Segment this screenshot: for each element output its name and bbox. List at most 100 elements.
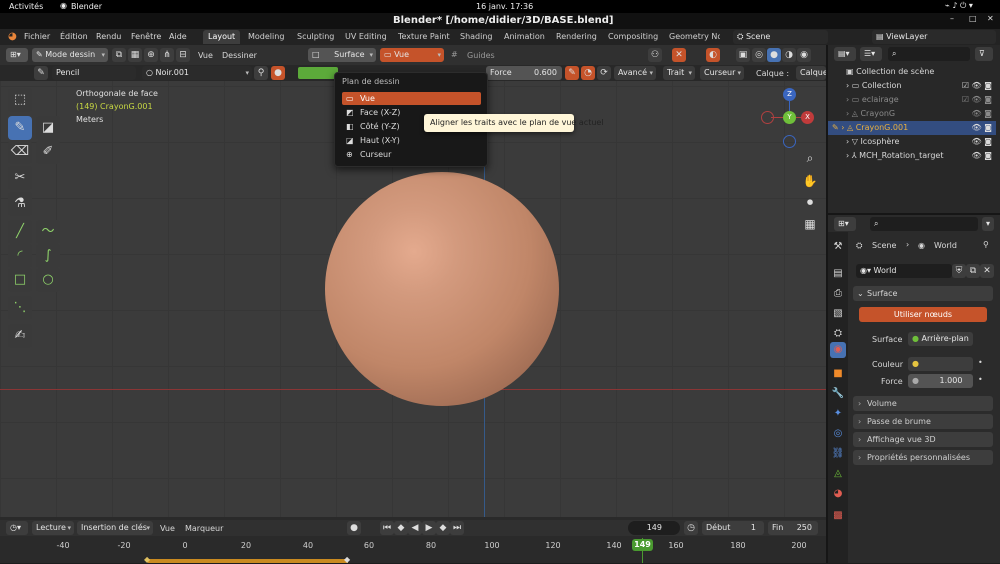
outliner-row-icosphere[interactable]: › ▽ Icosphère 👁 ◙ bbox=[828, 135, 996, 149]
menu-window[interactable]: Fenêtre bbox=[131, 32, 161, 41]
tab-layout[interactable]: Layout bbox=[203, 30, 241, 44]
visibility-icon[interactable]: 👁 ◙ bbox=[972, 107, 992, 121]
shading-solid-icon[interactable]: ● bbox=[767, 48, 781, 62]
color-field[interactable]: ● bbox=[908, 357, 973, 371]
editor-type-button[interactable]: ⊞▾ bbox=[6, 48, 28, 62]
use-nodes-button[interactable]: Utiliser nœuds bbox=[859, 307, 987, 322]
curve-icon-b[interactable]: ⟳ bbox=[597, 66, 611, 80]
gizmo-neg-z[interactable] bbox=[783, 135, 796, 148]
cursor-dropdown[interactable]: Curseur bbox=[700, 66, 744, 80]
properties-options[interactable]: ▾ bbox=[982, 217, 994, 231]
material-dropdown[interactable]: ○ Noir.001 bbox=[142, 66, 252, 80]
circle-tool-icon[interactable]: ○ bbox=[36, 268, 60, 292]
color-decorator[interactable]: • bbox=[978, 358, 983, 367]
gizmo-z-axis[interactable]: Z bbox=[783, 88, 796, 101]
overlays-icon[interactable]: ◐ bbox=[706, 48, 720, 62]
visibility-icon[interactable]: 👁 ◙ bbox=[972, 149, 992, 163]
fill-tool-icon[interactable]: ◪ bbox=[36, 116, 60, 140]
properties-search-input[interactable]: ⌕ bbox=[870, 217, 978, 231]
blender-logo-icon[interactable]: ◕ bbox=[8, 31, 17, 42]
draw-tool-icon[interactable]: ✎ bbox=[8, 116, 32, 140]
outliner-row-crayong[interactable]: › ◬ CrayonG 👁 ◙ bbox=[828, 107, 996, 121]
draw-menu[interactable]: Dessiner bbox=[222, 51, 257, 60]
current-frame-field[interactable]: 149 bbox=[628, 521, 680, 535]
view-menu[interactable]: Vue bbox=[198, 51, 213, 60]
fake-user-icon[interactable]: ⛨ bbox=[952, 264, 966, 278]
timeline-marker-menu[interactable]: Marqueur bbox=[185, 524, 223, 533]
menu-render[interactable]: Rendu bbox=[96, 32, 121, 41]
minimize-icon[interactable]: – bbox=[950, 14, 954, 23]
surface-shader-field[interactable]: ● Arrière-plan bbox=[908, 332, 973, 346]
render-tab-icon[interactable]: ▤ bbox=[830, 266, 846, 282]
overlay-gizmo-icon[interactable]: ⚇ bbox=[648, 48, 662, 62]
world-tab-icon[interactable]: ◉ bbox=[830, 342, 846, 358]
outliner-row-mch[interactable]: › ⅄ MCH_Rotation_target 👁 ◙ bbox=[828, 149, 996, 163]
gizmo-x-axis[interactable]: X bbox=[801, 111, 814, 124]
gizmo-neg-x[interactable] bbox=[761, 111, 774, 124]
jump-start-icon[interactable]: ⏮ bbox=[380, 521, 394, 535]
unlink-icon[interactable]: ✕ bbox=[980, 264, 994, 278]
brush-icon[interactable]: ✎ bbox=[34, 66, 48, 80]
next-keyframe-icon[interactable]: ◆ bbox=[436, 521, 450, 535]
start-frame-field[interactable]: Début 1 bbox=[702, 521, 764, 535]
eyedropper-tool-icon[interactable]: ⚗ bbox=[8, 192, 32, 216]
tab-modeling[interactable]: Modeling bbox=[243, 30, 289, 44]
xray-icon[interactable]: ▣ bbox=[736, 48, 750, 62]
physics-tab-icon[interactable]: ◎ bbox=[830, 426, 846, 442]
visibility-icon[interactable]: 👁 ◙ bbox=[972, 121, 992, 135]
system-tray-icons[interactable]: ⌁ ♪ ⏻ ▾ bbox=[945, 1, 973, 11]
camera-icon[interactable]: ⏺ bbox=[800, 192, 820, 212]
header-icon-c[interactable]: ⊕ bbox=[144, 48, 158, 62]
erase-tool-icon[interactable]: ⌫ bbox=[8, 140, 32, 164]
outliner-filter-icon[interactable]: ⊽ bbox=[975, 47, 993, 61]
interpolate-tool-icon[interactable]: ⋱ bbox=[8, 296, 32, 320]
strength-field[interactable]: Force 0.600 bbox=[486, 66, 562, 80]
viewlayer-tab-icon[interactable]: ▧ bbox=[830, 306, 846, 322]
world-selector[interactable]: ◉▾ World bbox=[856, 264, 952, 278]
object-tab-icon[interactable]: ■ bbox=[830, 366, 846, 382]
polyline-tool-icon[interactable]: 〜 bbox=[36, 220, 60, 244]
keying-dropdown[interactable]: Insertion de clés bbox=[77, 521, 153, 535]
clock[interactable]: 16 janv. 17:36 bbox=[476, 2, 533, 11]
zoom-icon[interactable]: ⌕ bbox=[800, 148, 820, 168]
tab-compositing[interactable]: Compositing bbox=[603, 30, 663, 44]
outliner-row-crayong001[interactable]: ✎ › ◬ CrayonG.001 👁 ◙ bbox=[828, 121, 996, 135]
curve-icon-a[interactable]: ◔ bbox=[581, 66, 595, 80]
maximize-icon[interactable]: □ bbox=[969, 14, 977, 23]
timeline-view-menu[interactable]: Vue bbox=[160, 524, 175, 533]
pin-icon[interactable]: ⚲ bbox=[983, 240, 989, 249]
menu-file[interactable]: Fichier bbox=[24, 32, 50, 41]
effects-tab-icon[interactable]: ✦ bbox=[830, 406, 846, 422]
shading-material-icon[interactable]: ◑ bbox=[782, 48, 796, 62]
mode-dropdown[interactable]: ✎ Mode dessin bbox=[32, 48, 108, 62]
tab-geometry-nodes[interactable]: Geometry No bbox=[664, 30, 720, 44]
menu-help[interactable]: Aide bbox=[169, 32, 187, 41]
pan-hand-icon[interactable]: ✋ bbox=[800, 171, 820, 191]
viewlayer-selector[interactable]: ▤ ViewLayer bbox=[872, 30, 996, 44]
header-icon-e[interactable]: ⊟ bbox=[176, 48, 190, 62]
properties-editor-type[interactable]: ⊞▾ bbox=[834, 217, 856, 231]
grid-toggle-icon[interactable]: ▦ bbox=[800, 214, 820, 234]
surface-section-header[interactable]: ⌄ Surface bbox=[853, 286, 993, 301]
material-tab-icon[interactable]: ◕ bbox=[830, 486, 846, 502]
menu-item-view[interactable]: ▭ Vue bbox=[342, 92, 481, 105]
tab-rendering[interactable]: Rendering bbox=[551, 30, 602, 44]
timeline-editor-type[interactable]: ◷▾ bbox=[6, 521, 28, 535]
line-tool-icon[interactable]: ╱ bbox=[8, 220, 32, 244]
visibility-icon[interactable]: 👁 ◙ bbox=[972, 135, 992, 149]
arc-tool-icon[interactable]: ◜ bbox=[8, 244, 32, 268]
outliner-display-mode[interactable]: ☰▾ bbox=[860, 47, 882, 61]
curve-tool-icon[interactable]: ∫ bbox=[36, 244, 60, 268]
box-tool-icon[interactable]: □ bbox=[8, 268, 32, 292]
scene-tab-icon[interactable]: ⛭ bbox=[830, 326, 846, 342]
activities-button[interactable]: Activités bbox=[9, 2, 43, 11]
select-tool-icon[interactable]: ⬚ bbox=[8, 88, 32, 112]
header-icon-d[interactable]: ⋔ bbox=[160, 48, 174, 62]
tint-tool-icon[interactable]: ✐ bbox=[36, 140, 60, 164]
header-icon-a[interactable]: ⧉ bbox=[112, 48, 126, 62]
prev-keyframe-icon[interactable]: ◆ bbox=[394, 521, 408, 535]
annotate-tool-icon[interactable]: ✍ bbox=[8, 324, 32, 348]
app-name[interactable]: Blender bbox=[71, 2, 102, 11]
outliner-root[interactable]: ▣ Collection de scène bbox=[828, 65, 996, 79]
strength-decorator[interactable]: • bbox=[978, 375, 983, 384]
